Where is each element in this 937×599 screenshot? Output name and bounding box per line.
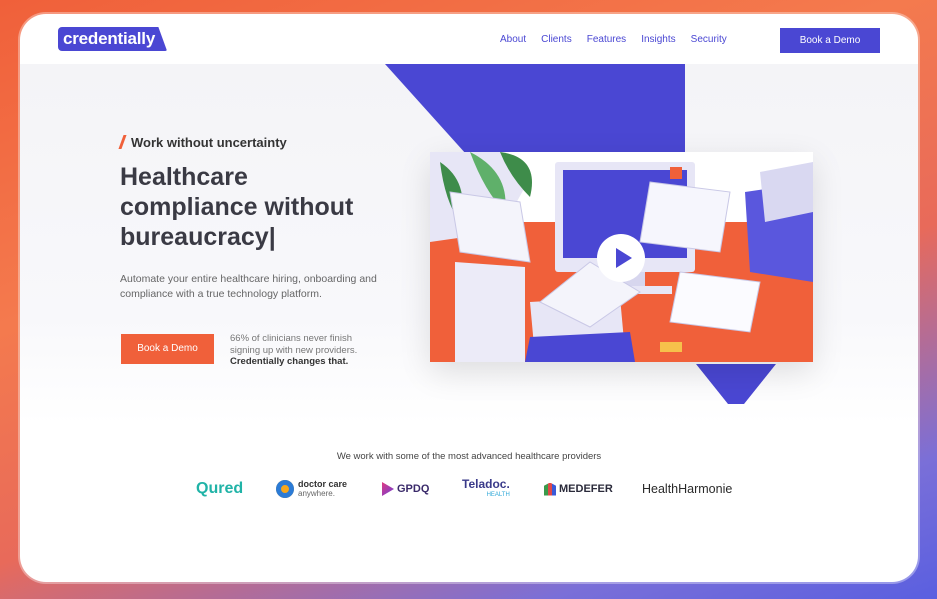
doctor-care-wordmark: doctor care <box>298 479 348 489</box>
nav-link-security[interactable]: Security <box>691 34 727 45</box>
gpdq-mark-icon <box>382 482 394 496</box>
hero-eyebrow: Work without uncertainty <box>118 135 287 150</box>
teladoc-wordmark: Teladoc. <box>462 477 510 491</box>
hero-video[interactable] <box>430 152 813 362</box>
book-demo-nav-button[interactable]: Book a Demo <box>780 28 880 53</box>
lead-line-1: Automate your entire healthcare hiring, … <box>120 273 377 285</box>
nav-link-features[interactable]: Features <box>587 34 626 45</box>
nav-links: About Clients Features Insights Security <box>500 34 742 45</box>
hero-headline: Healthcare compliance without bureaucrac… <box>120 162 420 252</box>
nav-link-insights[interactable]: Insights <box>641 34 675 45</box>
partner-logos: Qured doctor care anywhere. GPDQ Teladoc… <box>20 476 918 502</box>
gpdq-logo: GPDQ <box>382 476 429 502</box>
gpdq-wordmark: GPDQ <box>397 483 430 495</box>
headline-line-2: compliance without <box>120 193 354 221</box>
qured-logo: Qured <box>196 476 243 502</box>
partners-title: We work with some of the most advanced h… <box>336 451 602 462</box>
doctor-care-mark-icon <box>276 480 294 498</box>
doctor-care-logo: doctor care anywhere. <box>276 476 347 502</box>
book-demo-hero-button[interactable]: Book a Demo <box>121 334 214 364</box>
qured-wordmark: Qured <box>196 480 244 497</box>
eyebrow-text: Work without uncertainty <box>131 135 287 150</box>
nav-link-clients[interactable]: Clients <box>541 34 572 45</box>
lead-line-2: compliance with a true technology platfo… <box>120 288 322 300</box>
headline-line-3: bureaucracy| <box>120 223 276 251</box>
doctor-care-tagline: anywhere. <box>298 489 335 498</box>
browser-viewport: credentially About Clients Features Insi… <box>20 14 918 582</box>
play-icon[interactable] <box>597 234 645 282</box>
teladoc-logo: Teladoc. HEALTH <box>462 476 510 502</box>
healthharmonie-logo: HealthHarmonie <box>642 476 732 502</box>
hero-lead: Automate your entire healthcare hiring, … <box>120 272 410 302</box>
note-line-2: signing up with new providers. <box>230 344 358 356</box>
credentially-logo[interactable]: credentially <box>58 27 168 51</box>
headline-line-1: Healthcare <box>120 163 248 191</box>
medefer-wordmark: MEDEFER <box>559 483 613 495</box>
top-nav: credentially About Clients Features Insi… <box>20 14 918 64</box>
teladoc-tagline: HEALTH <box>486 492 510 498</box>
note-bold: Credentially changes that. <box>230 356 349 367</box>
nav-link-about[interactable]: About <box>500 34 526 45</box>
note-line-1: 66% of clinicians never finish <box>230 333 352 344</box>
medefer-logo: MEDEFER <box>544 476 613 502</box>
hero-note: 66% of clinicians never finish signing u… <box>230 333 357 368</box>
healthharmonie-wordmark: HealthHarmonie <box>642 482 733 496</box>
medefer-mark-icon <box>544 482 556 496</box>
